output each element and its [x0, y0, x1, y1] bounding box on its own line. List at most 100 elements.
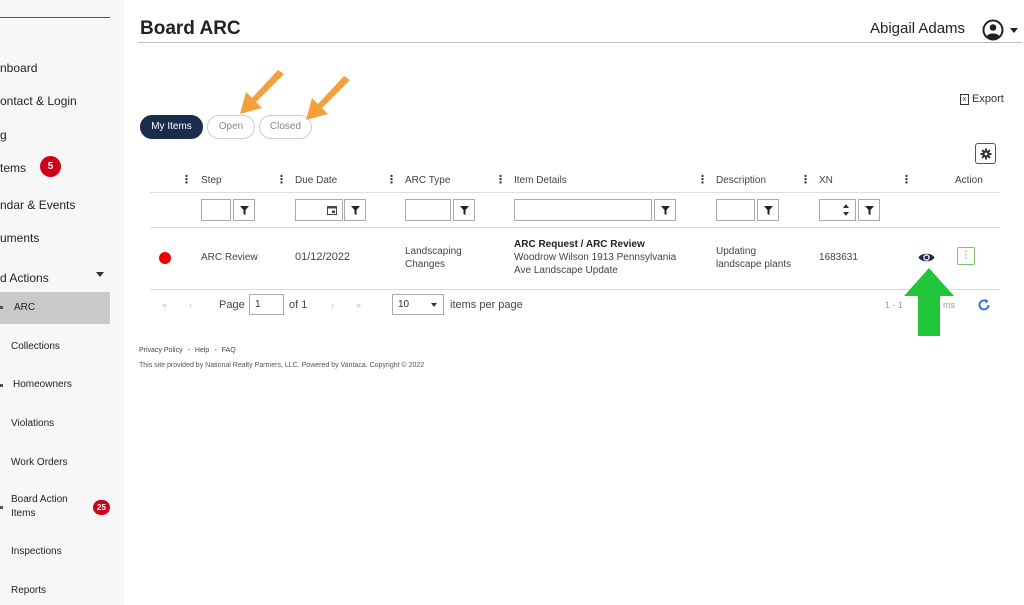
- sidebar-item-board-actions[interactable]: d Actions: [0, 271, 49, 285]
- footer-separator: -: [214, 347, 217, 354]
- user-name[interactable]: Abigail Adams: [870, 20, 965, 37]
- sidebar-subitem-reports[interactable]: Reports: [11, 584, 46, 598]
- pager-of-label: of 1: [289, 299, 308, 311]
- column-header-due-date[interactable]: Due Date: [295, 175, 337, 186]
- sidebar-item-documents[interactable]: uments: [0, 231, 39, 245]
- footer-separator: -: [187, 347, 190, 354]
- step-filter-input[interactable]: [201, 199, 231, 221]
- bullet-icon: [0, 306, 3, 309]
- items-per-page-value: 10: [398, 299, 410, 310]
- filter-icon: [660, 205, 670, 215]
- footer-links: Privacy Policy - Help - FAQ: [139, 347, 236, 354]
- cell-item-details[interactable]: ARC Request / ARC Review Woodrow Wilson …: [514, 238, 694, 277]
- sidebar-subitem-homeowners[interactable]: Homeowners: [13, 378, 72, 392]
- column-header-item-details[interactable]: Item Details: [514, 175, 567, 186]
- sidebar: nboard ontact & Login g tems 5 ndar & Ev…: [0, 0, 124, 605]
- export-button[interactable]: x Export: [960, 93, 1004, 105]
- sidebar-subitem-violations[interactable]: Violations: [11, 417, 54, 431]
- column-menu-icon[interactable]: ⋮: [386, 173, 397, 186]
- user-circle-icon[interactable]: [982, 19, 1004, 41]
- bullet-icon: [0, 384, 3, 387]
- excel-icon: x: [960, 93, 969, 105]
- column-header-step[interactable]: Step: [201, 175, 222, 186]
- due-date-filter-input[interactable]: [295, 199, 343, 221]
- prev-page-icon[interactable]: ‹: [189, 300, 192, 310]
- item-detail: Woodrow Wilson 1913 Pennsylvania Ave Lan…: [514, 252, 677, 276]
- eye-icon[interactable]: [918, 251, 935, 264]
- page-number-input[interactable]: 1: [249, 294, 284, 315]
- sidebar-item-items[interactable]: tems: [0, 161, 26, 175]
- sidebar-item-contact-login[interactable]: ontact & Login: [0, 94, 77, 108]
- chevron-down-icon[interactable]: [96, 272, 104, 277]
- sidebar-item-g[interactable]: g: [0, 128, 7, 142]
- column-menu-icon[interactable]: ⋮: [495, 173, 506, 186]
- table-header-divider: [150, 192, 1000, 193]
- items-per-page-label: items per page: [450, 299, 523, 311]
- number-spinner-icon[interactable]: [843, 204, 849, 216]
- pager-range: 1 - 1: [885, 300, 904, 310]
- column-menu-icon[interactable]: ⋮: [697, 173, 708, 186]
- xn-filter-input[interactable]: [819, 199, 856, 221]
- column-header-arc-type[interactable]: ARC Type: [405, 175, 450, 186]
- gear-icon: [980, 148, 991, 159]
- item-details-filter-input[interactable]: [514, 199, 652, 221]
- sidebar-subitem-arc[interactable]: ARC: [14, 301, 35, 315]
- column-menu-icon[interactable]: ⋮: [800, 173, 811, 186]
- green-arrow-icon: [904, 268, 954, 336]
- refresh-icon[interactable]: [977, 298, 991, 312]
- tab-open[interactable]: Open: [207, 115, 255, 139]
- items-count-badge: 5: [40, 156, 61, 177]
- tab-my-items[interactable]: My Items: [140, 115, 203, 139]
- filter-icon: [763, 205, 773, 215]
- filter-icon: [350, 205, 360, 215]
- first-page-icon[interactable]: «: [162, 300, 167, 310]
- chevron-down-icon: [431, 303, 437, 307]
- sidebar-item-calendar-events[interactable]: ndar & Events: [0, 198, 75, 212]
- settings-button[interactable]: [975, 143, 996, 164]
- filter-icon: [864, 205, 874, 215]
- item-details-filter-button[interactable]: [654, 199, 676, 221]
- description-filter-button[interactable]: [757, 199, 779, 221]
- item-title[interactable]: ARC Request / ARC Review: [514, 239, 645, 250]
- filter-icon: [239, 205, 249, 215]
- privacy-policy-link[interactable]: Privacy Policy: [139, 347, 183, 354]
- sidebar-subitem-collections[interactable]: Collections: [11, 340, 60, 354]
- description-filter-input[interactable]: [716, 199, 755, 221]
- step-filter-button[interactable]: [233, 199, 255, 221]
- column-header-xn[interactable]: XN: [819, 175, 833, 186]
- cell-due-date: 01/12/2022: [295, 251, 351, 263]
- table-row-divider: [150, 289, 1000, 290]
- column-header-action: Action: [955, 175, 983, 186]
- due-date-filter-button[interactable]: [344, 199, 366, 221]
- column-header-description[interactable]: Description: [716, 175, 766, 186]
- sidebar-subitem-work-orders[interactable]: Work Orders: [11, 456, 68, 470]
- xn-filter-button[interactable]: [858, 199, 880, 221]
- column-menu-icon[interactable]: ⋮: [276, 173, 287, 186]
- filter-icon: [459, 205, 469, 215]
- page-title: Board ARC: [140, 18, 241, 39]
- help-link[interactable]: Help: [195, 347, 209, 354]
- calendar-icon[interactable]: [327, 205, 337, 215]
- orange-arrow-icon: [306, 76, 350, 120]
- chevron-down-icon[interactable]: [1010, 28, 1018, 33]
- faq-link[interactable]: FAQ: [222, 347, 236, 354]
- export-label: Export: [972, 93, 1004, 105]
- arc-type-filter-button[interactable]: [453, 199, 475, 221]
- next-page-icon[interactable]: ›: [331, 300, 334, 310]
- column-menu-icon[interactable]: ⋮: [901, 173, 912, 186]
- board-action-items-badge: 25: [93, 500, 110, 515]
- arc-type-filter-input[interactable]: [405, 199, 451, 221]
- row-action-button[interactable]: ⋮: [957, 247, 975, 265]
- status-indicator: [159, 252, 171, 264]
- sidebar-divider: [0, 17, 110, 18]
- orange-arrow-icon: [240, 70, 284, 114]
- items-per-page-select[interactable]: 10: [392, 294, 444, 315]
- column-menu-icon[interactable]: ⋮: [181, 173, 192, 186]
- sidebar-item-dashboard[interactable]: nboard: [0, 61, 37, 75]
- filter-row-divider: [150, 227, 1000, 228]
- sidebar-subitem-board-action-items[interactable]: Board Action Items: [11, 493, 81, 521]
- sidebar-subitem-inspections[interactable]: Inspections: [11, 545, 62, 559]
- footer-copyright: This site provided by National Realty Pa…: [139, 362, 425, 369]
- last-page-icon[interactable]: »: [356, 300, 361, 310]
- header-divider: [138, 42, 1022, 43]
